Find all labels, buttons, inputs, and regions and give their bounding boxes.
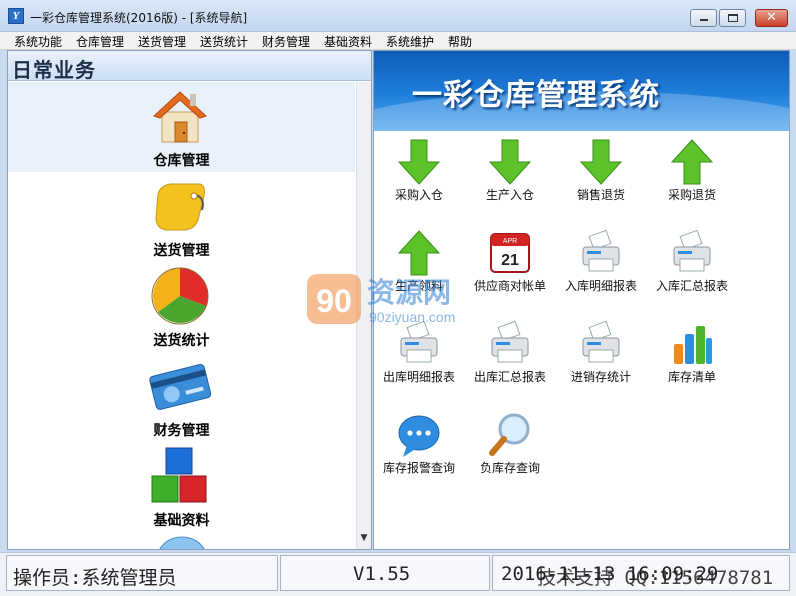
tag-icon [155,183,205,231]
calendar-icon: APR 21 [490,233,530,273]
arrow-up-icon [397,230,441,276]
tile-inventory-stats[interactable]: 进销存统计 [556,316,646,396]
nav-label-delivery-stats: 送货统计 [153,333,210,349]
status-panel-version: V1.55 [280,555,490,591]
menu-delivery-stats[interactable]: 送货统计 [200,33,248,50]
svg-text:APR: APR [503,238,517,245]
minimize-icon [700,19,708,21]
nav-item-finance[interactable]: 财务管理 [8,352,355,442]
status-panel-info: 2016-11-13 16:09:29 技术支持 QQ:1156478781 [492,555,790,591]
close-icon: ✕ [766,10,777,25]
tile-sales-return[interactable]: 销售退货 [556,134,646,214]
menu-basic-data[interactable]: 基础资料 [324,33,372,50]
chat-bubble-icon [398,415,440,457]
function-panel: 一彩仓库管理系统 采购入仓 生产入仓 销售退货 采购退货 生产领料 APR 21… [373,50,790,550]
tile-label: 入库汇总报表 [655,279,728,293]
left-panel-title: 日常业务 [12,58,96,82]
nav-label-delivery: 送货管理 [153,243,210,259]
tile-stock-in-detail[interactable]: 入库明细报表 [556,225,646,305]
printer-icon [673,229,711,272]
menu-bar: 系统功能 仓库管理 送货管理 送货统计 财务管理 基础资料 系统维护 帮助 [0,32,796,50]
banner-title: 一彩仓库管理系统 [412,78,660,113]
house-icon [153,91,207,143]
blocks-icon [151,447,207,503]
tile-stock-list[interactable]: 库存清单 [647,316,737,396]
menu-delivery[interactable]: 送货管理 [138,33,186,50]
svg-text:21: 21 [501,252,519,269]
nav-label-finance: 财务管理 [153,423,210,439]
tile-stock-out-summary[interactable]: 出库汇总报表 [465,316,555,396]
printer-icon [582,229,620,272]
tile-negative-stock-query[interactable]: 负库存查询 [465,407,555,487]
credit-card-icon [149,364,212,410]
menu-maintenance[interactable]: 系统维护 [386,33,434,50]
status-operator: 操作员:系统管理员 [13,567,177,589]
tile-production-material[interactable]: 生产领料 [374,225,464,305]
tile-production-in[interactable]: 生产入仓 [465,134,555,214]
left-scrollbar[interactable] [356,82,371,549]
nav-item-warehouse[interactable]: 仓库管理 [8,82,355,172]
window-title: 一彩仓库管理系统(2016版) - [系统导航] [30,11,248,25]
magnifier-icon [489,413,530,456]
nav-label-warehouse: 仓库管理 [153,153,210,169]
arrow-down-icon [579,139,623,185]
maximize-button[interactable] [719,9,746,27]
menu-help[interactable]: 帮助 [448,33,472,50]
tile-label: 采购退货 [667,188,716,202]
tile-supplier-statement[interactable]: APR 21 供应商对帐单 [465,225,555,305]
tile-label: 负库存查询 [479,461,540,475]
close-button[interactable]: ✕ [755,9,788,27]
globe-icon [159,536,205,549]
status-version: V1.55 [353,563,411,585]
status-panel-operator: 操作员:系统管理员 [6,555,278,591]
menu-system[interactable]: 系统功能 [14,33,62,50]
left-panel-header: 日常业务 [8,51,371,82]
printer-icon [491,320,529,363]
maximize-icon [728,14,738,22]
nav-item-delivery-stats[interactable]: 送货统计 [8,262,355,352]
tile-stock-alert-query[interactable]: 库存报警查询 [374,407,464,487]
printer-icon [582,320,620,363]
nav-item-basic-data[interactable]: 基础资料 [8,442,355,532]
minimize-button[interactable] [690,9,717,27]
tile-stock-in-summary[interactable]: 入库汇总报表 [647,225,737,305]
tile-label: 库存清单 [667,370,716,384]
app-icon: Y [8,8,24,24]
scroll-down-button[interactable]: ▼ [359,533,369,543]
tile-purchase-return[interactable]: 采购退货 [647,134,737,214]
menu-finance[interactable]: 财务管理 [262,33,310,50]
nav-item-delivery[interactable]: 送货管理 [8,172,355,262]
tile-stock-out-detail[interactable]: 出库明细报表 [374,316,464,396]
printer-icon [400,320,438,363]
status-bar: 操作员:系统管理员 V1.55 2016-11-13 16:09:29 技术支持… [0,552,796,596]
left-nav-panel: 日常业务 仓库管理 送货管理 送货统计 财务管理 基础资料 ▼ [7,50,372,550]
status-support: 技术支持 QQ:1156478781 [537,567,774,589]
menu-warehouse[interactable]: 仓库管理 [76,33,124,50]
app-banner: 一彩仓库管理系统 [374,51,789,131]
tile-purchase-in[interactable]: 采购入仓 [374,134,464,214]
nav-label-basic-data: 基础资料 [153,513,210,529]
arrow-up-icon [670,139,714,185]
arrow-down-icon [488,139,532,185]
title-bar[interactable]: Y 一彩仓库管理系统(2016版) - [系统导航] ✕ [0,0,796,32]
bar-chart-icon [674,326,712,364]
pie-chart-icon [151,267,209,325]
arrow-down-icon [397,139,441,185]
